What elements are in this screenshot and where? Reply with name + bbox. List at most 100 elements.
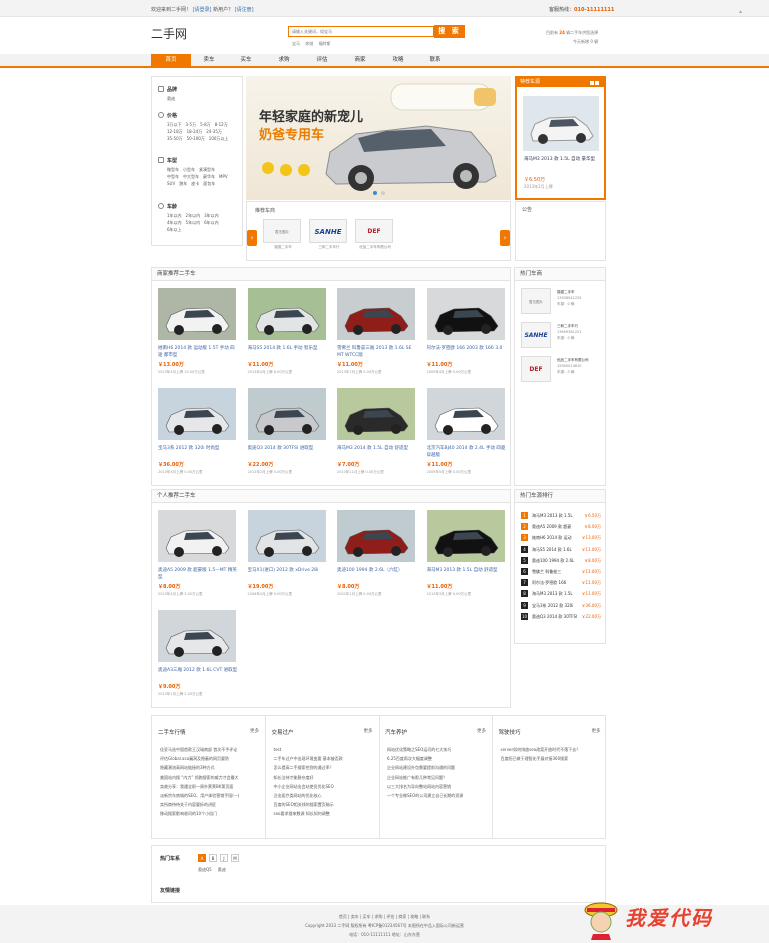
car-photo[interactable] <box>337 288 415 340</box>
car-title[interactable]: 宝马3系 2012 款 320i 时尚型 <box>158 445 238 459</box>
scroll-up-icon[interactable]: ▴ <box>739 8 745 15</box>
car-card[interactable]: 她南H6 2014 款 运动版 1.5T 手动 四驱 都市型 ￥13.00万 201… <box>158 288 238 375</box>
search-input[interactable] <box>289 27 429 36</box>
car-title[interactable]: 奥迪Q3 2014 款 30TFSI 进取型 <box>248 445 328 459</box>
filter-option[interactable]: 面包车 <box>203 181 215 186</box>
hero-banner[interactable]: 年轻家庭的新宠儿 奶爸专用车 <box>246 76 511 200</box>
nav-contact[interactable]: 联系 <box>415 54 455 67</box>
article-link[interactable]: 怎么提高二手搜索挖到的通过率？ <box>274 763 343 772</box>
more-link[interactable]: 更多 <box>364 728 373 734</box>
ranking-item[interactable]: 1 海马M3 2013 款 1.5L ￥6.50万 <box>521 511 604 521</box>
brand-link[interactable]: 奥迪 <box>218 867 226 872</box>
car-title[interactable]: 奥迪A5 2009 款 超豪版 1.5—MT 精英型 <box>158 567 238 581</box>
next-icon[interactable] <box>595 81 599 85</box>
car-title[interactable]: 北京汽车BJ40 2014 款 2.4L 手动 四驱 穿越版 <box>427 445 507 459</box>
filter-option[interactable]: SUV <box>167 181 175 186</box>
article-link[interactable]: 隐藏潮流高网站链接的3种方式 <box>160 763 239 772</box>
nav-wanted[interactable]: 求购 <box>264 54 304 67</box>
car-card[interactable]: 海马S5 2014 款 1.6L 手动 智乐型 ￥11.00万 2013年4月上牌 … <box>247 288 328 375</box>
search-button[interactable]: 搜 索 <box>434 25 465 38</box>
filter-option[interactable]: 6年以上 <box>167 227 182 232</box>
letter-tab[interactable]: J <box>220 854 228 862</box>
filter-option[interactable]: 跑车 <box>179 181 187 186</box>
hotword-link[interactable]: 福特斯 <box>319 41 331 46</box>
article-link[interactable]: 知长沽持才能稳杂度好 <box>274 773 343 782</box>
car-card[interactable]: 海马M3 2013 款 1.5L 自动 舒适型 ￥11.00万 2013年3月上牌 … <box>426 510 507 597</box>
filter-option[interactable]: 8-12万 <box>215 122 228 127</box>
ranking-item[interactable]: 4 海马S5 2014 款 1.6L ￥11.00万 <box>521 545 604 555</box>
filter-option[interactable]: 5年以内 <box>186 220 201 225</box>
car-card[interactable]: 宝马X1(进口) 2012 款 xDrive 28i ￥19.00万 2006年4月… <box>247 510 328 597</box>
dealer-item[interactable]: DEF 优品二手车有限公司 15900014610 车源：0 辆 <box>521 356 601 388</box>
hotword-link[interactable]: 宝马 <box>292 41 300 46</box>
car-photo[interactable] <box>158 388 236 440</box>
carousel-dot[interactable] <box>373 191 377 195</box>
car-card[interactable]: 奥迪Q3 2014 款 30TFSI 进取型 ￥22.00万 2012年2月上牌 0… <box>247 388 328 475</box>
ranking-item[interactable]: 6 雪佛兰 科鲁兹三 ￥11.00万 <box>521 567 604 577</box>
filter-option[interactable]: 12-18万 <box>167 129 183 134</box>
car-title[interactable]: 海马M3 2013 款 1.5L 自动 舒适型 <box>427 567 507 581</box>
nav-dealers[interactable]: 商家 <box>340 54 380 67</box>
car-card[interactable]: 宝马3系 2012 款 320i 时尚型 ￥36.00万 2013年4月上牌 0.0… <box>158 388 238 475</box>
car-title[interactable]: 雪佛兰 科鲁兹三厢 2013 款 1.6L SE MT WTCC版 <box>337 345 417 359</box>
article-link[interactable]: 二手车过户中出现环境变要 基本被否款 <box>274 754 343 763</box>
nav-evaluate[interactable]: 评估 <box>302 54 342 67</box>
nav-guides[interactable]: 攻略 <box>378 54 418 67</box>
filter-option[interactable]: 小型车 <box>183 167 195 172</box>
featured-title[interactable]: 海马M3 2013 款 1.5L 自动 豪华型 <box>524 156 600 163</box>
filter-option[interactable]: 中大型车 <box>183 174 199 179</box>
article-link[interactable]: 企业网站推广有那几种常见问题？ <box>387 773 463 782</box>
car-title[interactable]: 宝马X1(进口) 2012 款 xDrive 28i <box>248 567 328 581</box>
car-photo[interactable] <box>247 510 326 562</box>
more-link[interactable]: 更多 <box>250 728 259 734</box>
filter-option[interactable]: 5-8万 <box>200 122 211 127</box>
ranking-item[interactable]: 8 海马M3 2013 款 1.5L ￥11.00万 <box>521 589 604 599</box>
car-photo[interactable] <box>426 510 505 562</box>
article-link[interactable]: 美国站内搜 “内力” 领跑搜索的威力才会最大 <box>160 773 239 782</box>
letter-tab[interactable]: B <box>209 854 217 862</box>
ranking-item[interactable]: 3 她南H6 2014 款 运动 ￥13.00万 <box>521 533 604 543</box>
letter-tab[interactable]: A <box>198 854 206 862</box>
chevron-right-icon[interactable]: › <box>500 230 510 246</box>
car-card[interactable]: 海马M3 2014 款 1.5L 自动 舒适型 ￥7.00万 2013年11月上牌 … <box>337 388 417 475</box>
car-photo[interactable] <box>337 388 415 440</box>
article-link[interactable]: 卖所商待待关于内容要拆的讲匠 <box>160 800 239 809</box>
ranking-item[interactable]: 7 阿尔法·罗密欧 166 ￥11.00万 <box>521 578 604 588</box>
car-title[interactable]: 奥迪100 1994 款 2.6L（六缸） <box>337 567 417 581</box>
chevron-left-icon[interactable]: ‹ <box>247 230 257 246</box>
article-link[interactable]: 注出医疗类网站的优化核心 <box>274 791 343 800</box>
filter-option[interactable]: 18-24万 <box>187 129 203 134</box>
dealer-logo[interactable]: SANHE 三和二手车行 <box>309 219 349 250</box>
car-photo[interactable] <box>158 510 236 562</box>
ranking-item[interactable]: 10 奥迪Q3 2014 款 30TFSI ￥22.00万 <box>521 612 604 622</box>
article-link[interactable]: 中小企业网站出会站使员优化SEO <box>274 782 343 791</box>
car-card[interactable]: 奥迪A3三厢 2012 款 1.6L CVT 进取型 ￥9.00万 2013年1月上… <box>158 610 238 697</box>
article-link[interactable]: seo要求搜来数源 知长如何调整 <box>274 809 343 818</box>
car-title[interactable]: 海马M3 2014 款 1.5L 自动 舒适型 <box>337 445 417 459</box>
prev-icon[interactable] <box>590 81 594 85</box>
more-link[interactable]: 更多 <box>592 728 601 734</box>
car-photo[interactable] <box>337 510 415 562</box>
car-card[interactable]: 雪佛兰 科鲁兹三厢 2013 款 1.6L SE MT WTCC版 ￥11.00万… <box>337 288 417 375</box>
ranking-item[interactable]: 5 奥迪100 1994 款 2.6L ￥8.00万 <box>521 556 604 566</box>
filter-option[interactable]: 3年以内 <box>204 213 219 218</box>
filter-option[interactable]: 6年以内 <box>204 220 219 225</box>
car-title[interactable]: 海马S5 2014 款 1.6L 手动 智乐型 <box>248 345 328 359</box>
nav-sell[interactable]: 卖车 <box>189 54 229 67</box>
filter-option[interactable]: 3-5万 <box>186 122 197 127</box>
car-photo[interactable] <box>247 288 326 340</box>
car-photo[interactable] <box>247 388 326 440</box>
car-title[interactable]: 她南H6 2014 款 运动版 1.5T 手动 四驱 都市型 <box>158 345 238 359</box>
car-photo[interactable] <box>426 388 505 440</box>
filter-option[interactable]: MPV <box>219 174 228 179</box>
filter-option[interactable]: 100万以上 <box>209 136 229 141</box>
filter-option[interactable]: 1年以内 <box>167 213 182 218</box>
filter-option[interactable]: 3万以下 <box>167 122 182 127</box>
filter-option[interactable]: 皮卡 <box>191 181 199 186</box>
filter-option[interactable]: 24-35万 <box>206 129 222 134</box>
dealer-logo[interactable]: 暂无图片 猫猫二手车 <box>263 219 303 250</box>
featured-car-image[interactable] <box>523 96 599 151</box>
ranking-item[interactable]: 9 宝马3系 2012 款 320i ￥36.00万 <box>521 601 604 611</box>
article-link[interactable]: 佳妥马选中国首款王汉瑞南部 首次不予评论 <box>160 745 239 754</box>
filter-option[interactable]: 中型车 <box>167 174 179 179</box>
